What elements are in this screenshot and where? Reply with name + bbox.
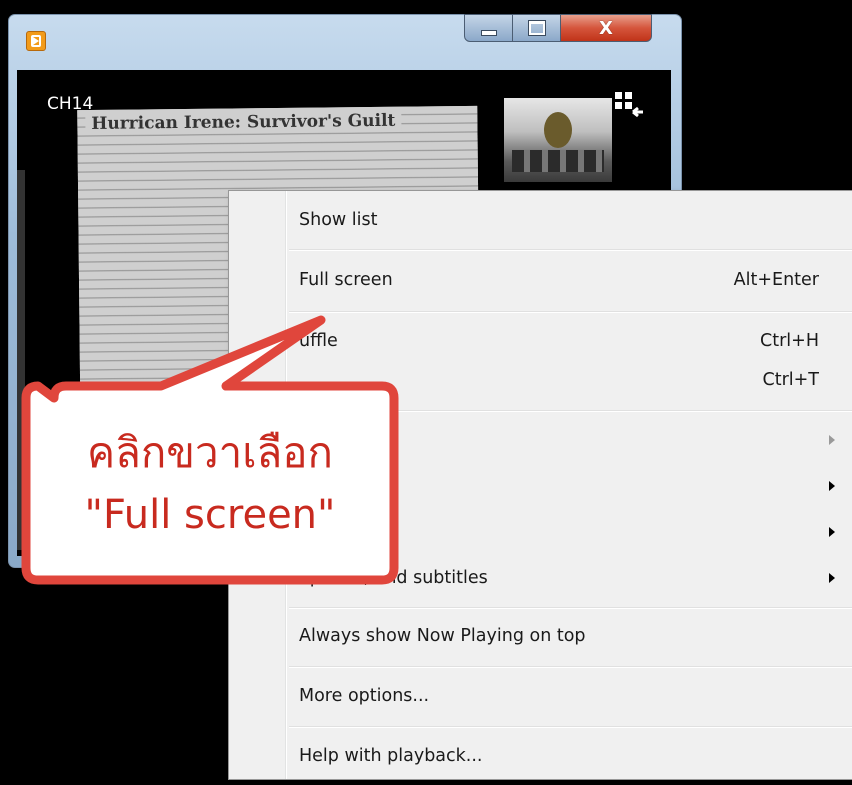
menu-item-label: More options... — [299, 686, 430, 706]
menu-item-label: Always show Now Playing on top — [299, 626, 586, 646]
menu-item-full-screen[interactable]: Full screen Alt+Enter — [229, 251, 852, 309]
instruction-callout: คลิกขวาเลือก "Full screen" — [21, 315, 399, 586]
minimize-icon — [480, 30, 497, 36]
document-title: Hurrican Irene: Survivor's Guilt — [85, 110, 402, 135]
thumbnail-people — [512, 150, 604, 172]
submenu-arrow-icon — [829, 435, 835, 445]
video-thumbnail — [504, 98, 612, 182]
submenu-arrow-icon — [829, 573, 835, 583]
callout-full-screen-text: "Full screen" — [84, 492, 336, 538]
menu-item-show-list[interactable]: Show list — [229, 191, 852, 249]
switch-to-library-icon[interactable] — [613, 90, 645, 120]
maximize-icon — [527, 20, 546, 36]
menu-item-shortcut: Ctrl+H — [760, 331, 819, 351]
close-button[interactable]: X — [561, 14, 652, 42]
menu-item-shortcut: Alt+Enter — [733, 270, 819, 290]
minimize-button[interactable] — [464, 14, 513, 42]
menu-item-label: Help with playback... — [299, 746, 483, 766]
submenu-arrow-icon — [829, 481, 835, 491]
close-icon: X — [599, 17, 613, 39]
menu-item-shortcut: Ctrl+T — [762, 370, 820, 390]
submenu-arrow-icon — [829, 527, 835, 537]
menu-item-label: Full screen — [299, 270, 393, 290]
maximize-button[interactable] — [513, 14, 561, 42]
menu-item-always-on-top[interactable]: Always show Now Playing on top — [229, 607, 852, 665]
channel-label: CH14 — [47, 94, 94, 114]
media-player-app-icon[interactable] — [26, 31, 46, 51]
thumbnail-emblem — [544, 112, 572, 148]
callout-thai-text: คลิกขวาเลือก — [87, 428, 333, 477]
menu-item-more-options[interactable]: More options... — [229, 667, 852, 725]
menu-item-help-playback[interactable]: Help with playback... — [229, 727, 852, 785]
menu-item-label: Show list — [299, 210, 378, 230]
